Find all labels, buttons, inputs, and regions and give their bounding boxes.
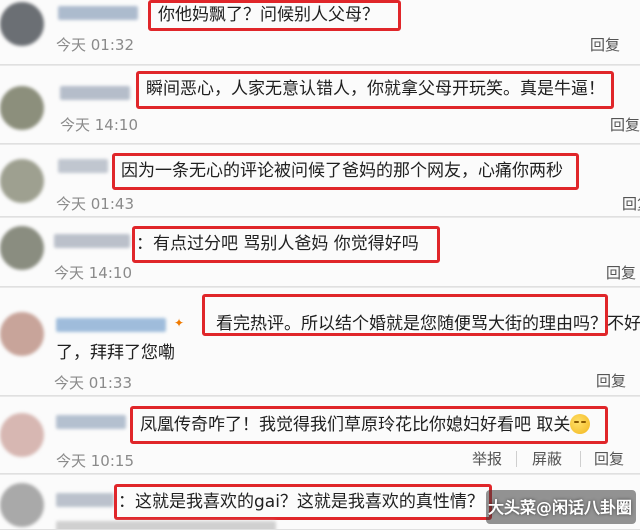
comment-card: 因为一条无心的评论被问候了爸妈的那个网友，心痛你两秒 今天 01:43 回复 (0, 145, 640, 217)
reply-button[interactable]: 回复 (622, 193, 640, 214)
reply-button[interactable]: 回复 (590, 34, 620, 55)
username[interactable] (56, 318, 166, 332)
avatar[interactable] (0, 312, 44, 356)
smile-emoji-icon (570, 414, 591, 434)
reply-button[interactable]: 回复 (596, 370, 626, 391)
divider (580, 451, 581, 467)
comment-card: ：有点过分吧 骂别人爸妈 你觉得好吗 今天 14:10 回复 (0, 218, 640, 287)
comment-text: 你他妈飘了？问候别人父母？ (158, 5, 379, 25)
comment-card: 瞬间恶心，人家无意认错人，你就拿父母开玩笑。真是牛逼！ 今天 14:10 回复 (0, 66, 640, 144)
comment-card: 凤凰传奇咋了！我觉得我们草原玲花比你媳妇好看吧 取关 今天 10:15 举报 屏… (0, 397, 640, 474)
avatar[interactable] (0, 226, 44, 270)
avatar[interactable] (0, 2, 44, 46)
comment-time: 今天 14:10 (60, 116, 138, 134)
comment-text: ：有点过分吧 骂别人爸妈 你觉得好吗 (136, 234, 419, 254)
username[interactable] (54, 234, 130, 248)
avatar[interactable] (0, 483, 44, 527)
comment-time: 今天 14:10 (54, 264, 132, 282)
username[interactable] (58, 159, 108, 173)
comment-text: 因为一条无心的评论被问候了爸妈的那个网友，心痛你两秒 (121, 161, 563, 181)
comment-text-body: 凤凰传奇咋了！我觉得我们草原玲花比你媳妇好看吧 取关 (140, 415, 571, 435)
username[interactable] (56, 415, 126, 429)
username[interactable] (58, 6, 138, 20)
comment-time: 今天 01:33 (54, 374, 132, 392)
comment-text: 瞬间恶心，人家无意认错人，你就拿父母开玩笑。真是牛逼！ (146, 79, 605, 99)
reply-button[interactable]: 回复 (606, 262, 636, 283)
username[interactable] (56, 493, 114, 507)
block-button[interactable]: 屏蔽 (532, 448, 562, 469)
avatar[interactable] (0, 159, 44, 203)
reply-button[interactable]: 回复 (610, 114, 640, 135)
comment-time: 今天 01:43 (56, 195, 134, 213)
comment-text: ：这就是我喜欢的gai？这就是我喜欢的真性情？ (118, 492, 484, 512)
comment-text: 凤凰传奇咋了！我觉得我们草原玲花比你媳妇好看吧 取关 (140, 414, 591, 436)
comment-card: 你他妈飘了？问候别人父母？ 今天 01:32 回复 (0, 0, 640, 65)
divider (516, 451, 517, 467)
reply-button[interactable]: 回复 (594, 448, 624, 469)
avatar[interactable] (0, 86, 44, 130)
avatar[interactable] (0, 413, 44, 457)
comment-card: ✦ 看完热评。所以结个婚就是您随便骂大街的理由吗？不好 了，拜拜了您嘞 今天 0… (0, 288, 640, 396)
comment-text-continued: 了，拜拜了您嘞 (56, 343, 175, 363)
watermark-text: 大头菜@闲话八卦圈 (487, 498, 632, 517)
vip-badge-icon: ✦ (174, 316, 185, 330)
comment-time: 今天 10:15 (56, 452, 134, 470)
comment-text: 看完热评。所以结个婚就是您随便骂大街的理由吗？不好 (216, 314, 640, 334)
report-button[interactable]: 举报 (472, 448, 502, 469)
username[interactable] (60, 86, 130, 100)
comment-time: 今天 01:32 (56, 36, 134, 54)
